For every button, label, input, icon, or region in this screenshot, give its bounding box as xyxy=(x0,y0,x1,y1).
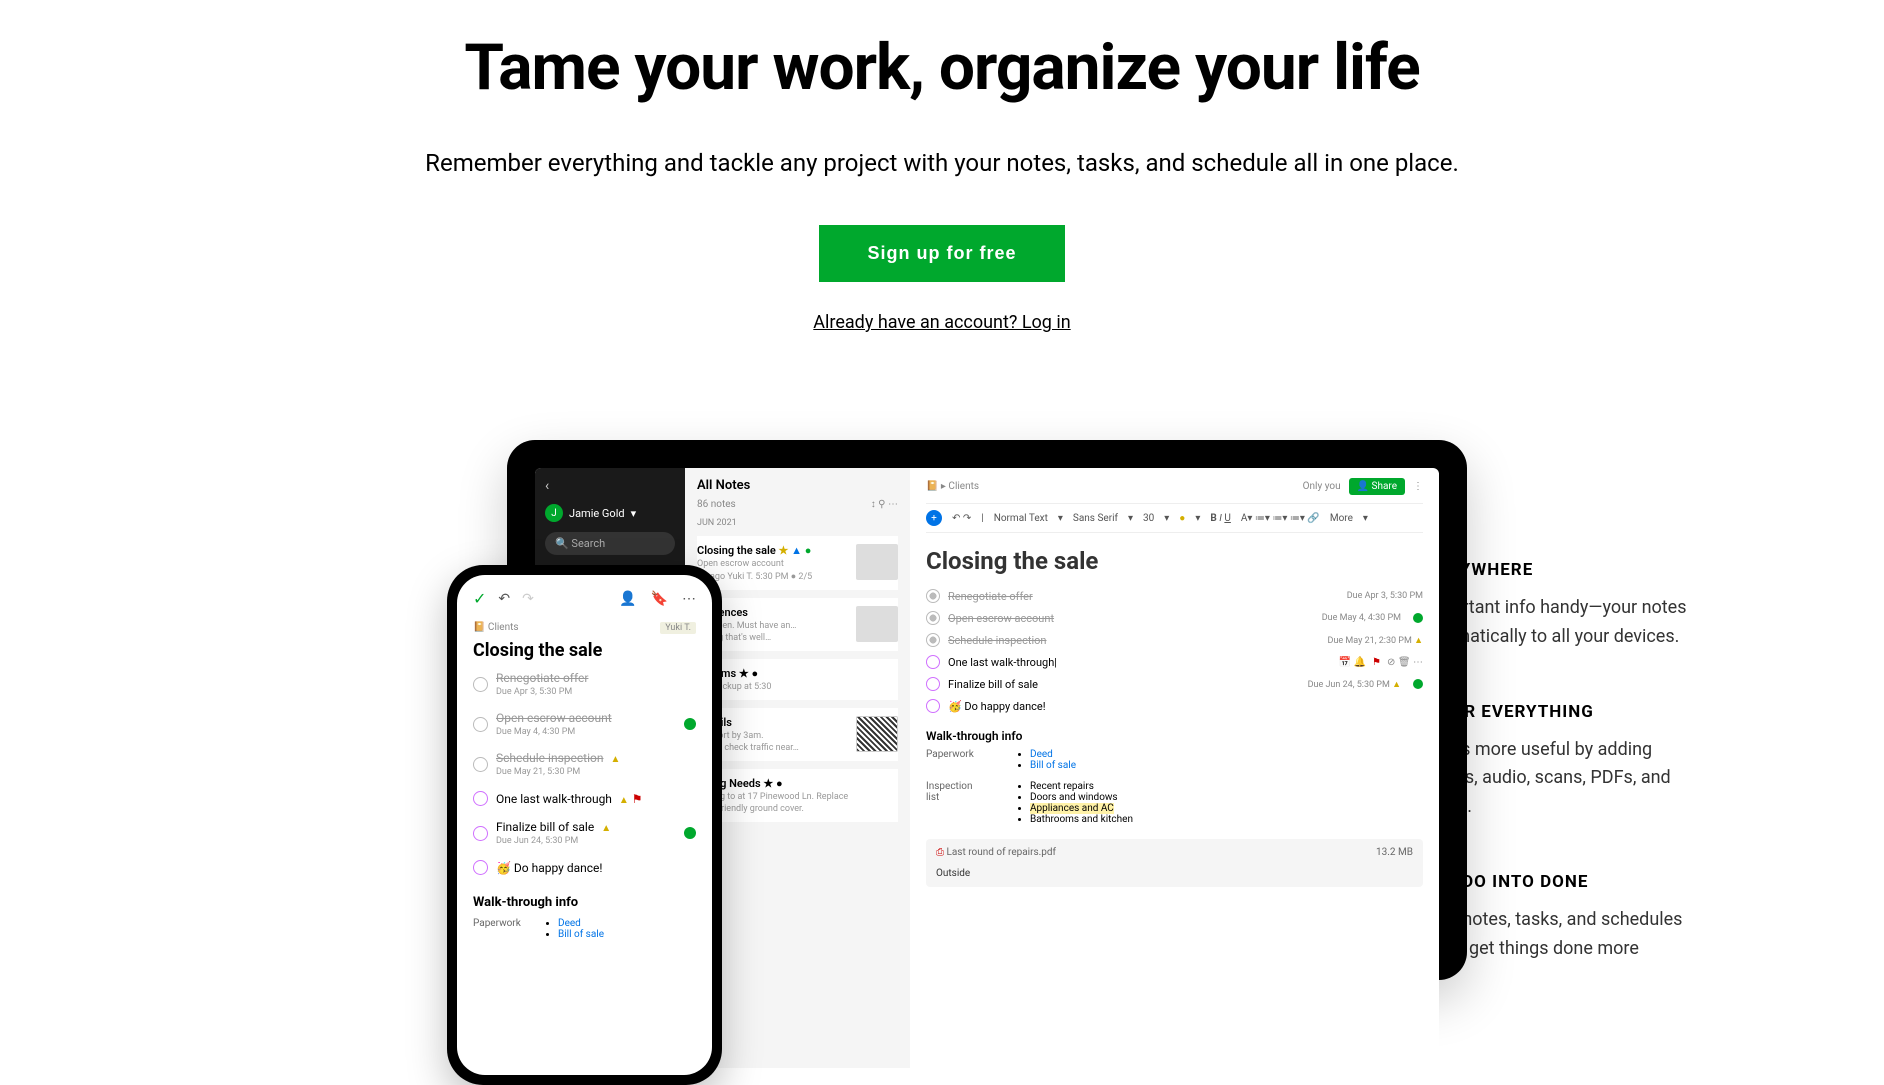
task-item[interactable]: 🥳 Do happy dance! xyxy=(926,695,1423,717)
hero-title: Tame your work, organize your life xyxy=(0,30,1884,105)
chevron-down-icon: ▾ xyxy=(631,507,637,520)
list-item: Bathrooms and kitchen xyxy=(1030,814,1133,825)
inspection-label: Inspection list xyxy=(926,781,986,825)
section-heading: Walk-through info xyxy=(926,729,1423,743)
breadcrumb[interactable]: 📔 Clients xyxy=(473,622,519,634)
note-title[interactable]: Closing the sale xyxy=(926,547,1423,575)
avatar: J xyxy=(545,504,563,522)
more-icon[interactable]: ⋮ xyxy=(1413,481,1423,492)
link[interactable]: Bill of sale xyxy=(558,929,604,940)
user-name: Jamie Gold xyxy=(569,507,625,520)
month-label: JUN 2021 xyxy=(697,518,898,528)
filter-icons[interactable]: ↕ ⚲ ⋯ xyxy=(871,499,898,510)
redo-icon[interactable]: ↷ xyxy=(522,591,534,607)
task-item[interactable]: Schedule inspectionDue May 21, 2:30 PM ▲ xyxy=(926,629,1423,651)
task-item[interactable]: Finalize bill of saleDue Jun 24, 5:30 PM… xyxy=(926,673,1423,695)
task-item[interactable]: Schedule inspection ▲Due May 21, 5:30 PM xyxy=(473,747,696,781)
task-item[interactable]: Open escrow accountDue May 4, 4:30 PM xyxy=(926,607,1423,629)
list-item: Doors and windows xyxy=(1030,792,1133,803)
note-card[interactable]: Closing the sale ★ ▲ ●Open escrow accoun… xyxy=(697,536,898,590)
check-icon[interactable]: ✓ xyxy=(473,589,486,608)
task-item[interactable]: 🥳 Do happy dance! xyxy=(473,856,696,879)
hero-section: Tame your work, organize your life Remem… xyxy=(0,0,1884,333)
collaborator-tag[interactable]: Yuki T. xyxy=(660,622,696,634)
task-item[interactable]: Open escrow account Due May 4, 4:30 PM xyxy=(473,707,696,741)
note-card[interactable]: …ferences …kitchen. Must have an……thing … xyxy=(697,598,898,651)
task-item[interactable]: Finalize bill of sale ▲Due Jun 24, 5:30 … xyxy=(473,816,696,850)
breadcrumb[interactable]: 📔 ▸ Clients xyxy=(926,481,979,492)
paperwork-label: Paperwork xyxy=(926,749,986,771)
signup-button[interactable]: Sign up for free xyxy=(819,225,1064,282)
note-card[interactable]: …etails …airport by 3am.…sent, check tra… xyxy=(697,708,898,761)
undo-icon[interactable]: ↶ xyxy=(498,591,510,607)
attachment-card[interactable]: ⎙ Last round of repairs.pdf13.2 MB Outsi… xyxy=(926,839,1423,887)
back-icon[interactable]: ‹ xyxy=(545,478,675,494)
share-button[interactable]: 👤 Share xyxy=(1349,478,1405,495)
tag-icon[interactable]: 🔖 xyxy=(651,591,668,607)
link[interactable]: Deed xyxy=(1030,749,1053,760)
note-card[interactable]: …ping Needs ★ ● …osing to at 17 Pinewood… xyxy=(697,769,898,822)
device-mockups: ‹ J Jamie Gold ▾ 🔍 Search + New▾ All Not… xyxy=(197,440,1257,980)
editor-toolbar[interactable]: + ↶ ↷| Normal Text▾ Sans Serif▾ 30▾ ●▾ B… xyxy=(926,503,1423,533)
hero-subtitle: Remember everything and tackle any proje… xyxy=(0,145,1884,181)
list-item: Appliances and AC xyxy=(1030,803,1133,814)
share-icon[interactable]: 👤 xyxy=(619,591,636,607)
section-heading: Walk-through info xyxy=(473,895,696,910)
task-item[interactable]: Renegotiate offerDue Apr 3, 5:30 PM xyxy=(926,585,1423,607)
task-item[interactable]: Renegotiate offer Due Apr 3, 5:30 PM xyxy=(473,667,696,701)
list-item: Recent repairs xyxy=(1030,781,1133,792)
note-editor: 📔 ▸ Clients Only you 👤 Share ⋮ + ↶ ↷| No… xyxy=(910,468,1439,1068)
login-link[interactable]: Already have an account? Log in xyxy=(0,312,1884,333)
task-item[interactable]: One last walk-through ▲ ⚑ xyxy=(473,787,696,810)
task-item[interactable]: One last walk-through|📅 🔔 ⚑ ⊘ 🗑 ⋯ xyxy=(926,651,1423,673)
user-menu[interactable]: J Jamie Gold ▾ xyxy=(545,504,675,522)
note-list-title: All Notes xyxy=(697,478,898,493)
search-input[interactable]: 🔍 Search xyxy=(545,532,675,555)
link[interactable]: Deed xyxy=(558,918,581,929)
only-you-label: Only you xyxy=(1303,481,1341,492)
more-icon[interactable]: ⋯ xyxy=(682,591,696,607)
phone-toolbar: ✓ ↶ ↷ 👤 🔖 ⋯ xyxy=(473,589,696,608)
note-title[interactable]: Closing the sale xyxy=(473,640,696,661)
note-count: 86 notes xyxy=(697,499,736,510)
paperwork-label: Paperwork xyxy=(473,918,528,940)
note-card[interactable]: …grams ★ ● …e · Pickup at 5:30 xyxy=(697,659,898,700)
insert-button[interactable]: + xyxy=(926,510,942,526)
phone-frame: ✓ ↶ ↷ 👤 🔖 ⋯ 📔 Clients Yuki T. Closing th… xyxy=(447,565,722,1085)
link[interactable]: Bill of sale xyxy=(1030,760,1076,771)
